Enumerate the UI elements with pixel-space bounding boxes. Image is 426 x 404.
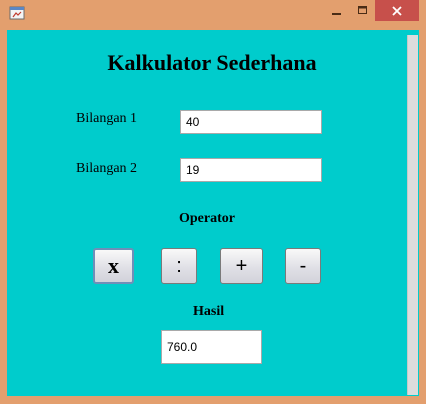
minimize-icon	[332, 12, 341, 15]
bilangan2-label: Bilangan 2	[76, 161, 138, 176]
subtract-button[interactable]: -	[285, 248, 321, 284]
add-button[interactable]: +	[220, 248, 263, 284]
page-title: Kalkulator Sederhana	[107, 50, 317, 75]
close-button[interactable]	[375, 0, 419, 21]
java-app-icon[interactable]	[9, 5, 25, 21]
minimize-button[interactable]	[324, 0, 350, 21]
close-icon	[392, 5, 402, 16]
hasil-label: Hasil	[193, 304, 225, 319]
vertical-scrollbar[interactable]	[407, 35, 418, 395]
title-bar[interactable]	[0, 0, 426, 30]
bilangan2-input[interactable]	[180, 158, 322, 182]
divide-button[interactable]: :	[161, 248, 197, 284]
multiply-button[interactable]: x	[93, 248, 134, 284]
operator-label: Operator	[179, 211, 235, 226]
maximize-icon	[357, 5, 367, 14]
bilangan1-label: Bilangan 1	[76, 111, 138, 126]
maximize-button[interactable]	[350, 0, 375, 21]
bilangan1-input[interactable]	[180, 110, 322, 134]
app-window: Kalkulator Sederhana Bilangan 1 Bilangan…	[0, 0, 426, 404]
hasil-output[interactable]	[161, 330, 262, 364]
